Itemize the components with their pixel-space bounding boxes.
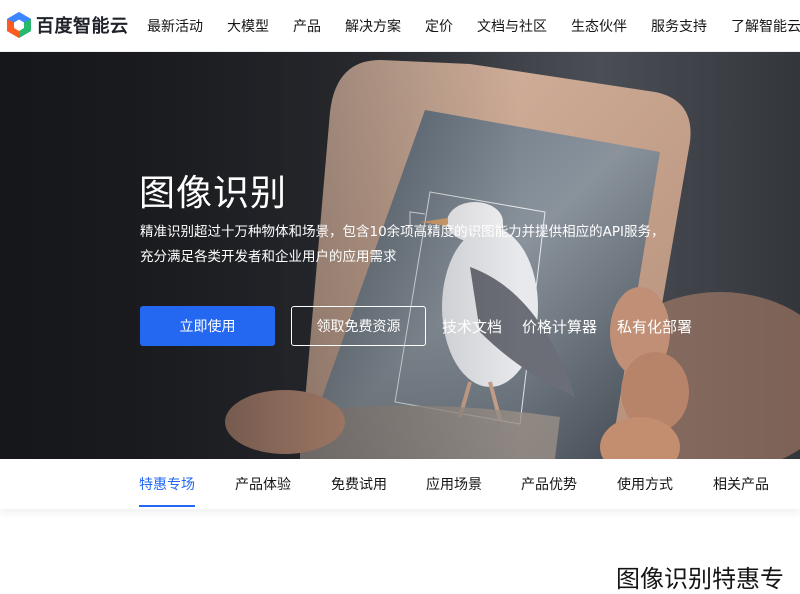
active-tab-indicator xyxy=(139,505,195,507)
nav-item-solutions[interactable]: 解决方案 xyxy=(345,16,401,36)
baidu-cloud-logo-icon xyxy=(7,12,31,38)
hero-banner: 图像识别 精准识别超过十万种物体和场景，包含10余项高精度的识图能力并提供相应的… xyxy=(0,52,800,459)
nav-item-partners[interactable]: 生态伙伴 xyxy=(571,16,627,36)
nav-item-about[interactable]: 了解智能云 xyxy=(731,16,800,36)
logo[interactable]: 百度智能云 xyxy=(6,11,129,39)
logo-text: 百度智能云 xyxy=(36,16,129,37)
tab-usage[interactable]: 使用方式 xyxy=(617,474,673,494)
tab-related-products[interactable]: 相关产品 xyxy=(713,474,769,494)
tab-use-cases[interactable]: 应用场景 xyxy=(426,474,482,494)
tab-special-offers[interactable]: 特惠专场 xyxy=(139,474,195,494)
tab-advantages[interactable]: 产品优势 xyxy=(521,474,577,494)
section-title: 图像识别特惠专 xyxy=(616,565,784,593)
nav-item-pricing[interactable]: 定价 xyxy=(425,16,453,36)
nav-item-support[interactable]: 服务支持 xyxy=(651,16,707,36)
get-free-resources-button[interactable]: 领取免费资源 xyxy=(291,306,426,346)
tab-free-trial[interactable]: 免费试用 xyxy=(331,474,387,494)
private-deployment-link[interactable]: 私有化部署 xyxy=(617,316,692,337)
nav-item-products[interactable]: 产品 xyxy=(293,16,321,36)
tech-docs-link[interactable]: 技术文档 xyxy=(442,316,502,337)
nav-item-latest-events[interactable]: 最新活动 xyxy=(147,16,203,36)
hero-title: 图像识别 xyxy=(139,173,288,214)
hero-description: 精准识别超过十万种物体和场景，包含10余项高精度的识图能力并提供相应的API服务… xyxy=(140,224,665,265)
section-tabs: 特惠专场 产品体验 免费试用 应用场景 产品优势 使用方式 相关产品 xyxy=(0,459,800,509)
tab-product-experience[interactable]: 产品体验 xyxy=(235,474,291,494)
nav-item-docs-community[interactable]: 文档与社区 xyxy=(477,16,547,36)
top-navigation: 百度智能云 最新活动 大模型 产品 解决方案 定价 文档与社区 生态伙伴 服务支… xyxy=(0,0,800,52)
main-nav: 最新活动 大模型 产品 解决方案 定价 文档与社区 生态伙伴 服务支持 了解智能… xyxy=(147,0,800,52)
use-now-button[interactable]: 立即使用 xyxy=(140,306,275,346)
price-calculator-link[interactable]: 价格计算器 xyxy=(522,316,597,337)
nav-item-large-models[interactable]: 大模型 xyxy=(227,16,269,36)
